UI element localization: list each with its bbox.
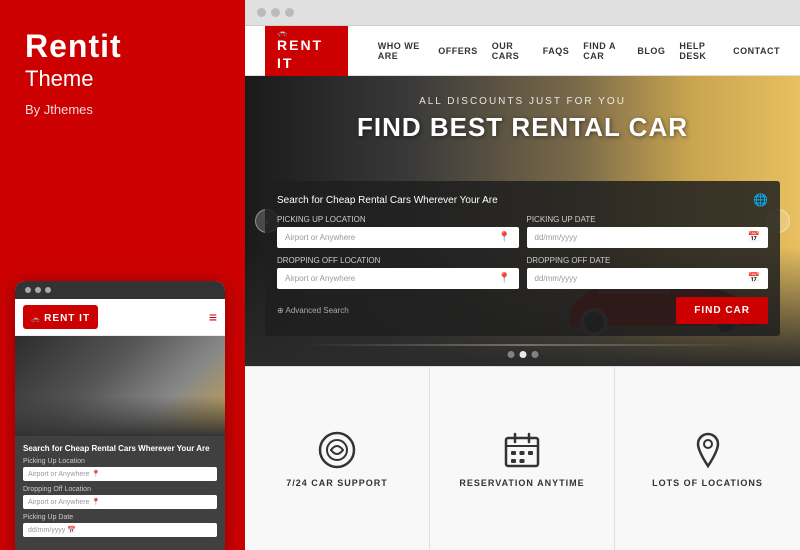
left-panel: Rentit Theme By Jthemes 🚗 RENT IT ≡ Sear… bbox=[0, 0, 245, 550]
site-logo: 🚗 RENT IT bbox=[265, 26, 348, 79]
brand-subtitle: Theme bbox=[25, 66, 220, 92]
site-logo-car-icon: 🚗 bbox=[277, 28, 336, 37]
dropoff-calendar-icon: 📅 bbox=[748, 273, 760, 284]
advanced-search-link[interactable]: ⊕ Advanced Search bbox=[277, 306, 349, 315]
hero-road-lines bbox=[301, 344, 745, 346]
dropoff-location-input[interactable]: Airport or Anywhere 📍 bbox=[277, 268, 519, 289]
hero-dot-2[interactable] bbox=[519, 351, 526, 358]
brand-by: By Jthemes bbox=[25, 102, 220, 117]
pickup-calendar-icon: 📅 bbox=[748, 232, 760, 243]
mobile-mockup: 🚗 RENT IT ≡ Search for Cheap Rental Cars… bbox=[15, 281, 225, 550]
find-car-button[interactable]: FIND CAR bbox=[676, 297, 768, 324]
hero-dots bbox=[507, 351, 538, 358]
location-icon bbox=[688, 430, 728, 470]
search-fields-row-1: Picking Up Location Airport or Anywhere … bbox=[277, 215, 768, 248]
features-section: 7/24 CAR SUPPORT RESERVATION ANYTIME bbox=[245, 366, 800, 550]
mobile-pin-icon: 📍 bbox=[91, 471, 100, 478]
search-form: Search for Cheap Rental Cars Wherever Yo… bbox=[265, 181, 780, 336]
desktop-site: 🚗 RENT IT WHO WE ARE OFFERS OUR CARS FAQ… bbox=[245, 26, 800, 550]
dropoff-location-group: Dropping Off Location Airport or Anywher… bbox=[277, 256, 519, 289]
calendar-icon bbox=[502, 430, 542, 470]
mobile-dot-1 bbox=[25, 287, 31, 293]
hero-section: ALL DISCOUNTS JUST FOR YOU FIND BEST REN… bbox=[245, 76, 800, 366]
nav-contact[interactable]: CONTACT bbox=[733, 46, 780, 56]
mobile-field3-input[interactable]: dd/mm/yyyy 📅 bbox=[23, 523, 217, 537]
search-globe-icon: 🌐 bbox=[753, 193, 768, 207]
site-nav: WHO WE ARE OFFERS OUR CARS FAQS FIND A C… bbox=[378, 41, 780, 61]
pickup-pin-icon: 📍 bbox=[498, 232, 510, 243]
brand-title: Rentit bbox=[25, 30, 220, 62]
pickup-location-group: Picking Up Location Airport or Anywhere … bbox=[277, 215, 519, 248]
mobile-field2-label: Dropping Off Location bbox=[23, 486, 217, 493]
mobile-dot-2 bbox=[35, 287, 41, 293]
nav-help-desk[interactable]: HELP DESK bbox=[679, 41, 719, 61]
site-header: 🚗 RENT IT WHO WE ARE OFFERS OUR CARS FAQ… bbox=[245, 26, 800, 76]
mobile-field1-label: Picking Up Location bbox=[23, 458, 217, 465]
mobile-logo-car-icon: 🚗 bbox=[31, 316, 40, 323]
mobile-header: 🚗 RENT IT ≡ bbox=[15, 299, 225, 336]
mobile-search-box: Search for Cheap Rental Cars Wherever Yo… bbox=[15, 436, 225, 550]
browser-dot-3 bbox=[285, 8, 294, 17]
nav-find-car[interactable]: FIND A CAR bbox=[583, 41, 623, 61]
pickup-location-input[interactable]: Airport or Anywhere 📍 bbox=[277, 227, 519, 248]
mobile-dot-3 bbox=[45, 287, 51, 293]
mobile-hero-road bbox=[15, 396, 225, 436]
hero-subtitle: ALL DISCOUNTS JUST FOR YOU bbox=[245, 96, 800, 107]
feature-reservation-label: RESERVATION ANYTIME bbox=[459, 478, 584, 488]
nav-who-we-are[interactable]: WHO WE ARE bbox=[378, 41, 424, 61]
pickup-date-input[interactable]: dd/mm/yyyy 📅 bbox=[527, 227, 769, 248]
mobile-field3-label: Picking Up Date bbox=[23, 514, 217, 521]
pickup-date-group: Picking Up Date dd/mm/yyyy 📅 bbox=[527, 215, 769, 248]
mobile-hamburger-icon[interactable]: ≡ bbox=[209, 310, 217, 324]
feature-locations-label: LOTS OF LOCATIONS bbox=[652, 478, 763, 488]
mobile-pin2-icon: 📍 bbox=[91, 499, 100, 506]
dropoff-location-label: Dropping Off Location bbox=[277, 256, 519, 265]
mobile-field2-input[interactable]: Airport or Anywhere 📍 bbox=[23, 495, 217, 509]
mobile-hero bbox=[15, 336, 225, 436]
hero-dot-1[interactable] bbox=[507, 351, 514, 358]
search-form-title: Search for Cheap Rental Cars Wherever Yo… bbox=[277, 195, 498, 206]
feature-reservation: RESERVATION ANYTIME bbox=[430, 367, 615, 550]
hero-dot-3[interactable] bbox=[531, 351, 538, 358]
feature-locations: LOTS OF LOCATIONS bbox=[615, 367, 800, 550]
search-form-footer: ⊕ Advanced Search FIND CAR bbox=[277, 297, 768, 324]
nav-offers[interactable]: OFFERS bbox=[438, 46, 478, 56]
dropoff-pin-icon: 📍 bbox=[498, 273, 510, 284]
mobile-calendar-icon: 📅 bbox=[67, 527, 76, 534]
right-panel: 🚗 RENT IT WHO WE ARE OFFERS OUR CARS FAQ… bbox=[245, 0, 800, 550]
search-form-header: Search for Cheap Rental Cars Wherever Yo… bbox=[277, 193, 768, 207]
pickup-date-label: Picking Up Date bbox=[527, 215, 769, 224]
browser-dot-1 bbox=[257, 8, 266, 17]
browser-dot-2 bbox=[271, 8, 280, 17]
nav-blog[interactable]: BLOG bbox=[637, 46, 665, 56]
mobile-field1-input[interactable]: Airport or Anywhere 📍 bbox=[23, 467, 217, 481]
browser-chrome bbox=[245, 0, 800, 26]
site-logo-text: RENT IT bbox=[277, 37, 323, 71]
hero-title: FIND BEST RENTAL CAR bbox=[245, 112, 800, 143]
dropoff-date-label: Dropping Off Date bbox=[527, 256, 769, 265]
mobile-logo-text: RENT IT bbox=[44, 313, 90, 324]
feature-car-support: 7/24 CAR SUPPORT bbox=[245, 367, 430, 550]
mobile-logo: 🚗 RENT IT bbox=[23, 305, 98, 329]
nav-faqs[interactable]: FAQS bbox=[543, 46, 570, 56]
mobile-top-bar bbox=[15, 281, 225, 299]
feature-car-support-label: 7/24 CAR SUPPORT bbox=[286, 478, 388, 488]
nav-our-cars[interactable]: OUR CARS bbox=[492, 41, 529, 61]
car-support-icon bbox=[317, 430, 357, 470]
dropoff-date-group: Dropping Off Date dd/mm/yyyy 📅 bbox=[527, 256, 769, 289]
hero-text: ALL DISCOUNTS JUST FOR YOU FIND BEST REN… bbox=[245, 96, 800, 143]
search-fields-row-2: Dropping Off Location Airport or Anywher… bbox=[277, 256, 768, 289]
mobile-search-title: Search for Cheap Rental Cars Wherever Yo… bbox=[23, 444, 217, 453]
pickup-location-label: Picking Up Location bbox=[277, 215, 519, 224]
dropoff-date-input[interactable]: dd/mm/yyyy 📅 bbox=[527, 268, 769, 289]
